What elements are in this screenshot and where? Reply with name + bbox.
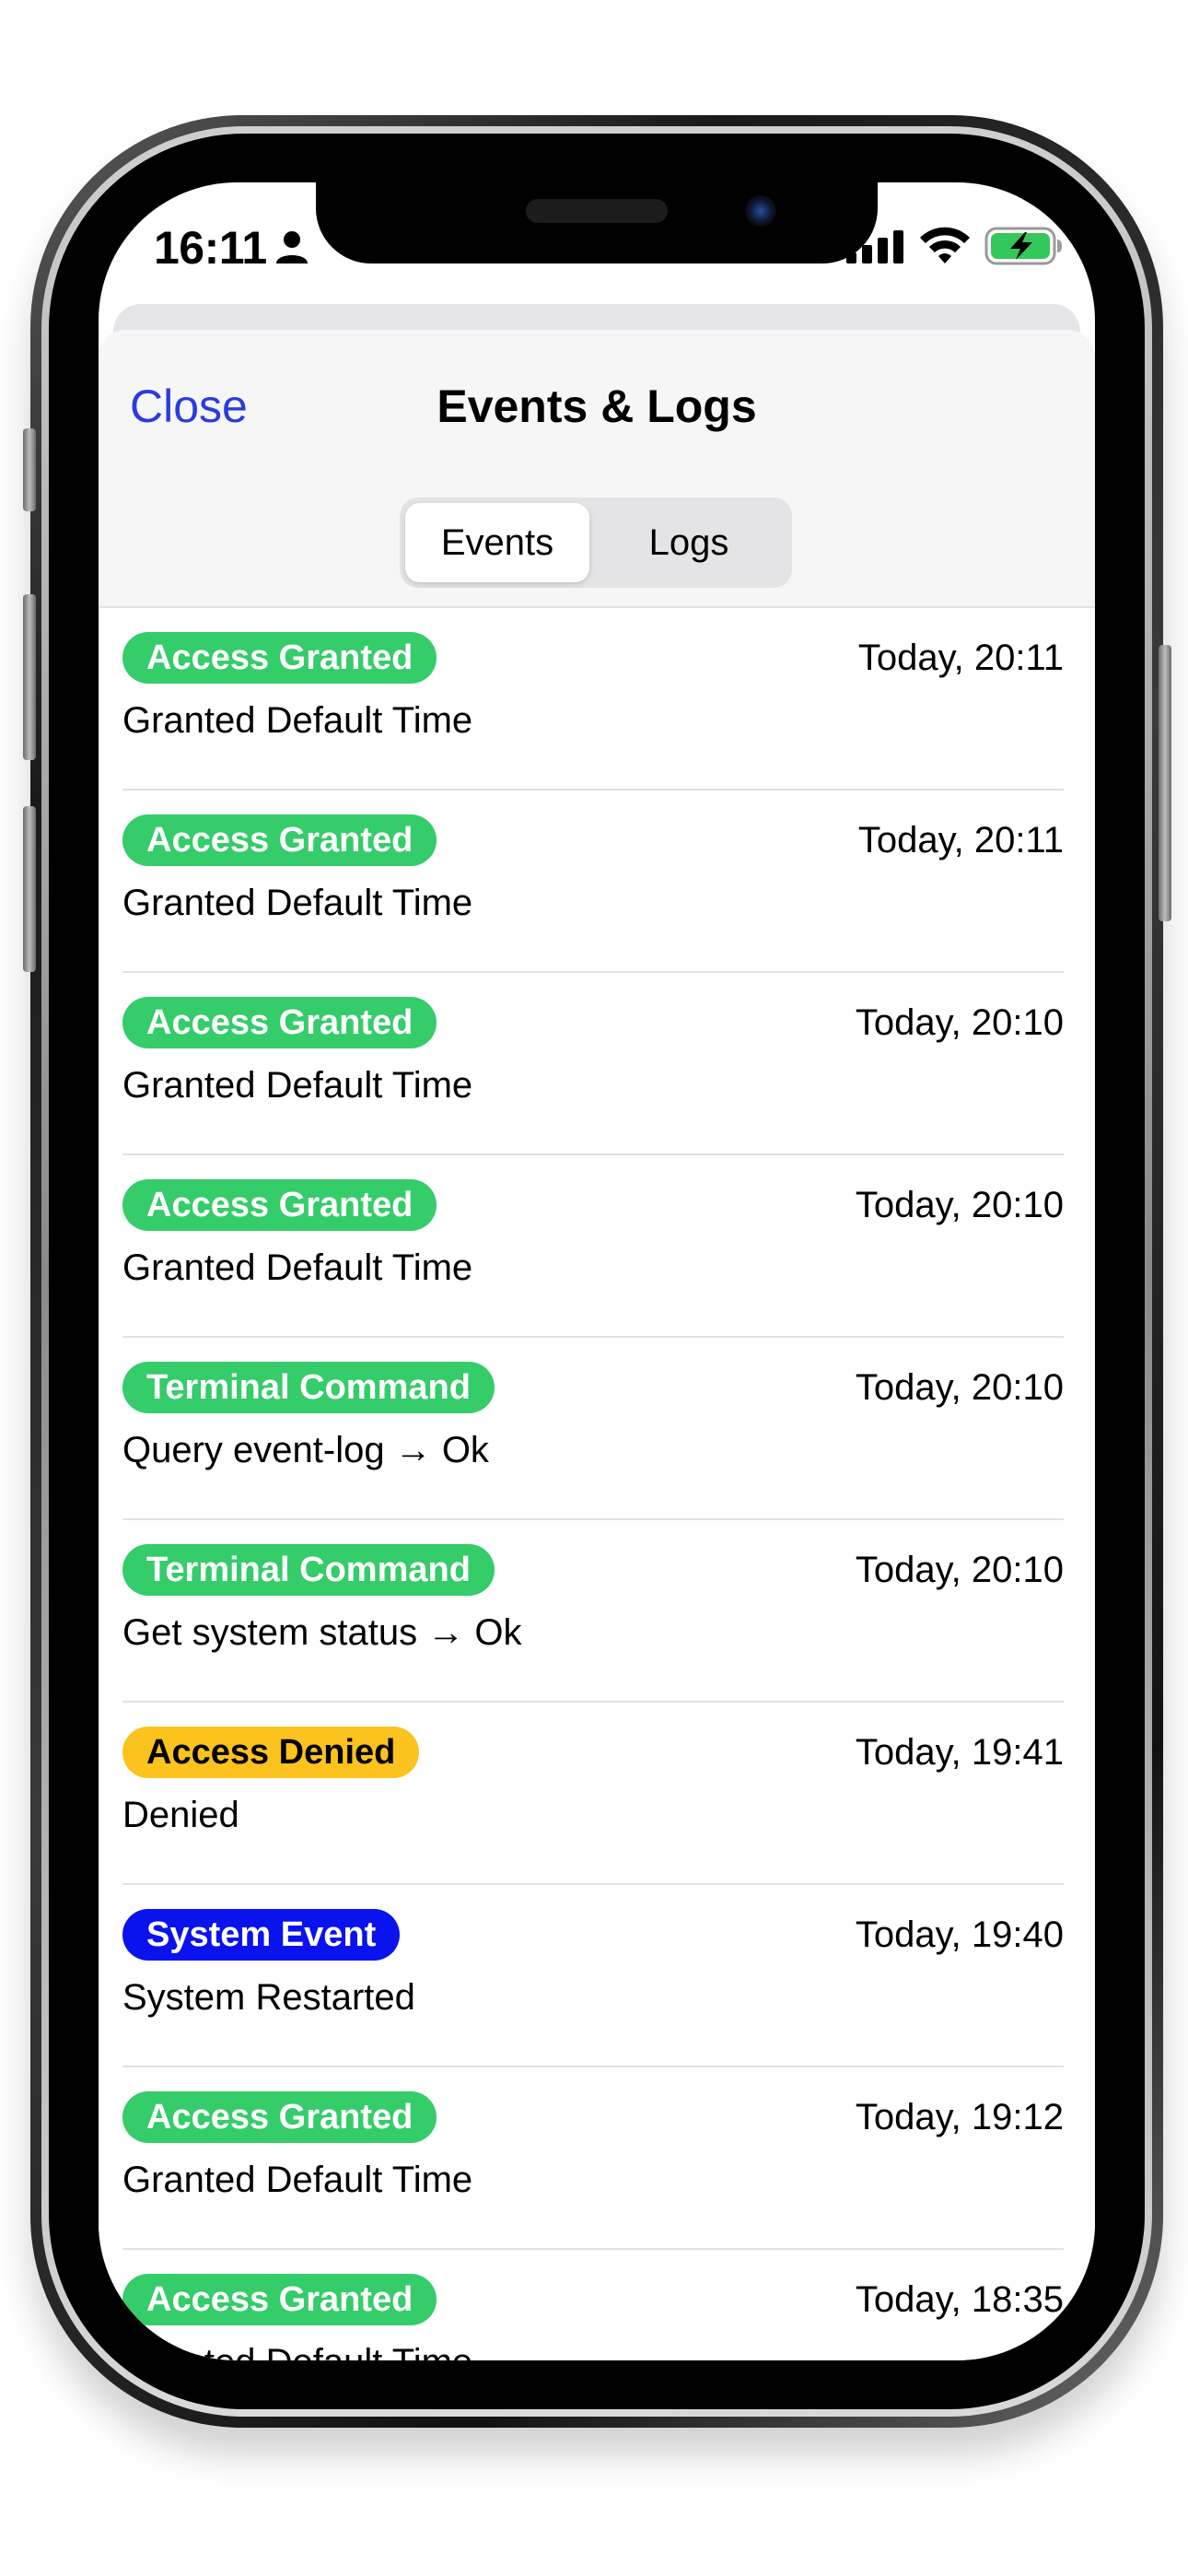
earpiece-speaker — [526, 199, 668, 223]
event-type-badge: Terminal Command — [122, 1362, 495, 1413]
segment-logs[interactable]: Logs — [597, 503, 781, 582]
event-type-badge: Access Granted — [122, 814, 437, 866]
event-type-badge: Access Granted — [122, 632, 437, 684]
events-logs-segmented-control: Events Logs — [400, 498, 792, 588]
notch — [316, 182, 878, 263]
event-timestamp: Today, 20:10 — [855, 1367, 1064, 1408]
event-timestamp: Today, 20:11 — [857, 638, 1064, 678]
list-item[interactable]: Access Granted Today, 20:11 Granted Defa… — [122, 608, 1064, 790]
event-type-badge: Terminal Command — [122, 1544, 495, 1596]
battery-charging-icon — [984, 227, 1062, 265]
event-description: Granted Default Time — [122, 883, 473, 923]
event-description: Get system status → Ok — [122, 1612, 522, 1653]
page-title: Events & Logs — [437, 381, 757, 432]
event-timestamp: Today, 19:41 — [855, 1732, 1064, 1773]
event-type-badge: Access Granted — [122, 2091, 437, 2143]
list-item[interactable]: Access Granted Today, 20:10 Granted Defa… — [122, 1155, 1064, 1338]
event-type-badge: Access Denied — [122, 1727, 420, 1778]
list-item[interactable]: Terminal Command Today, 20:10 Query even… — [122, 1338, 1064, 1520]
volume-down-button — [23, 806, 36, 972]
event-timestamp: Today, 20:10 — [855, 1185, 1064, 1225]
person-icon — [276, 231, 308, 263]
front-camera — [745, 195, 776, 227]
event-timestamp: Today, 20:10 — [855, 1550, 1064, 1590]
event-type-badge: Access Granted — [122, 997, 437, 1048]
segment-events[interactable]: Events — [405, 503, 589, 582]
list-item[interactable]: Access Granted Today, 18:35 Granted Defa… — [122, 2250, 1064, 2360]
power-button — [1159, 645, 1171, 921]
list-item[interactable]: Access Granted Today, 20:10 Granted Defa… — [122, 973, 1064, 1155]
event-type-badge: Access Granted — [122, 1179, 437, 1231]
event-description: Granted Default Time — [122, 1065, 473, 1106]
wifi-icon — [920, 227, 970, 263]
event-description: Query event-log → Ok — [122, 1430, 489, 1470]
list-item[interactable]: Access Denied Today, 19:41 Denied — [122, 1703, 1064, 1885]
event-description: System Restarted — [122, 1977, 415, 2018]
event-type-badge: Access Granted — [122, 2274, 437, 2325]
event-timestamp: Today, 20:11 — [857, 820, 1064, 861]
event-timestamp: Today, 19:12 — [855, 2097, 1064, 2137]
event-timestamp: Today, 19:40 — [855, 1914, 1064, 1955]
event-type-badge: System Event — [122, 1909, 401, 1961]
events-logs-sheet: Close Events & Logs Events Logs Access G… — [99, 330, 1095, 2360]
event-timestamp: Today, 20:10 — [855, 1002, 1064, 1043]
list-item[interactable]: System Event Today, 19:40 System Restart… — [122, 1885, 1064, 2067]
navigation-bar: Close Events & Logs Events Logs — [99, 330, 1095, 608]
event-timestamp: Today, 18:35 — [855, 2279, 1064, 2320]
event-description: Granted Default Time — [122, 700, 473, 741]
event-description: Granted Default Time — [122, 2160, 473, 2200]
list-item[interactable]: Access Granted Today, 20:11 Granted Defa… — [122, 790, 1064, 973]
volume-up-button — [23, 594, 36, 760]
status-time: 16:11 — [154, 222, 267, 274]
list-item[interactable]: Access Granted Today, 19:12 Granted Defa… — [122, 2067, 1064, 2250]
event-description: Denied — [122, 1795, 239, 1835]
list-item[interactable]: Terminal Command Today, 20:10 Get system… — [122, 1520, 1064, 1703]
phone-screen: 16:11 Close Events & Logs Events Logs Ac… — [99, 182, 1095, 2360]
mute-switch — [23, 428, 36, 511]
event-list: Access Granted Today, 20:11 Granted Defa… — [99, 608, 1095, 2360]
event-description: Granted Default Time — [122, 2336, 472, 2360]
event-description: Granted Default Time — [122, 1247, 473, 1288]
